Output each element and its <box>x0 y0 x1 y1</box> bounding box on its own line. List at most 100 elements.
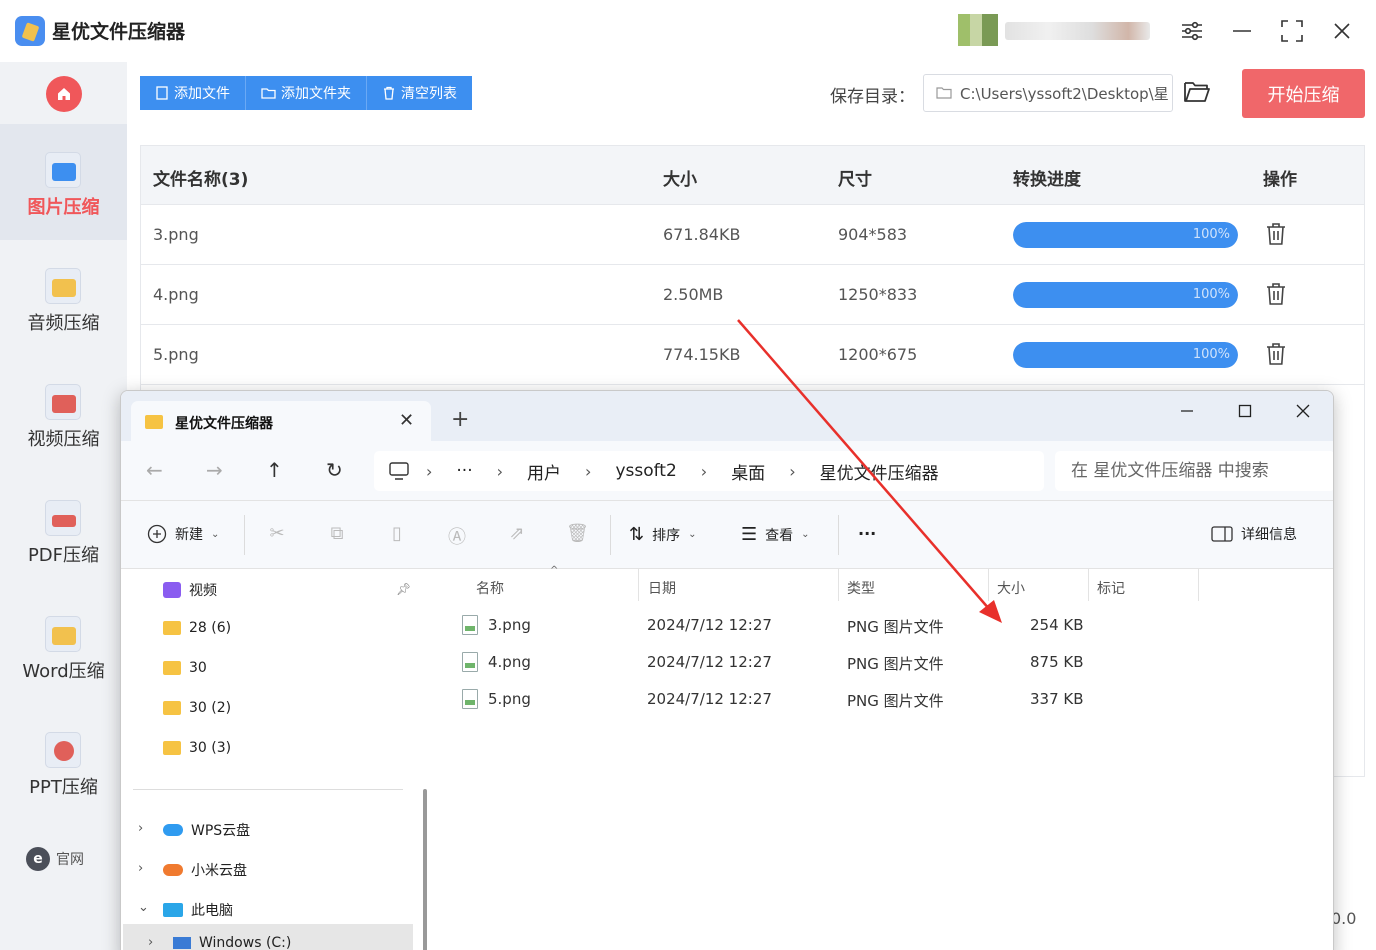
website-link[interactable]: e 官网 <box>26 847 84 871</box>
word-icon <box>45 616 81 652</box>
file-name: 5.png <box>153 345 199 364</box>
list-item[interactable]: 5.png 2024/7/12 12:27 PNG 图片文件 337 KB <box>436 681 1333 718</box>
start-compress-button[interactable]: 开始压缩 <box>1242 69 1365 118</box>
search-input[interactable]: 在 星优文件压缩器 中搜索 <box>1055 451 1333 491</box>
png-file-icon <box>462 652 478 672</box>
refresh-icon[interactable]: ↻ <box>326 458 343 482</box>
nav-item-folder[interactable]: 30 (2) <box>163 700 231 716</box>
tab-title: 星优文件压缩器 <box>175 416 273 432</box>
breadcrumb-item[interactable]: yssoft2 <box>615 461 676 481</box>
table-row[interactable]: 3.png 671.84KB 904*583 100% <box>141 205 1364 265</box>
clear-list-button[interactable]: 清空列表 <box>367 76 472 110</box>
file-type: PNG 图片文件 <box>847 618 944 636</box>
add-file-button[interactable]: 添加文件 <box>140 76 246 110</box>
more-options-button[interactable]: ··· <box>858 524 876 543</box>
sidebar-item-video-compress[interactable]: 视频压缩 <box>0 356 127 472</box>
nav-item-folder[interactable]: 30 <box>163 660 207 676</box>
rename-icon[interactable]: Ⓐ <box>446 523 468 548</box>
explorer-minimize-icon[interactable] <box>1167 397 1207 425</box>
delete-row-trash-icon[interactable] <box>1265 282 1289 308</box>
list-item[interactable]: 3.png 2024/7/12 12:27 PNG 图片文件 254 KB <box>436 607 1333 644</box>
details-label: 详细信息 <box>1241 527 1297 543</box>
up-arrow-icon[interactable]: ↑ <box>266 458 283 482</box>
breadcrumb-item[interactable]: 星优文件压缩器 <box>820 459 939 484</box>
nav-item-folder[interactable]: 28 (6) <box>163 620 231 636</box>
cut-icon[interactable]: ✂ <box>266 523 288 545</box>
sidebar-item-word-compress[interactable]: Word压缩 <box>0 588 127 704</box>
chevron-down-icon: ⌄ <box>211 528 220 540</box>
open-folder-icon[interactable] <box>1183 80 1213 106</box>
sort-button[interactable]: ⇅ 排序 ⌄ <box>629 524 696 545</box>
forward-arrow-icon[interactable]: → <box>206 458 223 482</box>
file-name: 4.png <box>153 285 199 304</box>
delete-icon[interactable]: 🗑︎ <box>566 523 589 545</box>
nav-item-folder[interactable]: 30 (3) <box>163 740 231 756</box>
breadcrumb[interactable]: › ··· › 用户 › yssoft2 › 桌面 › 星优文件压缩器 <box>374 451 1044 491</box>
pdf-icon <box>45 500 81 536</box>
close-icon[interactable] <box>1327 16 1357 46</box>
save-directory-field[interactable]: C:\Users\yssoft2\Desktop\星 <box>923 74 1173 112</box>
col-header-dims: 尺寸 <box>838 170 872 190</box>
explorer-maximize-icon[interactable] <box>1225 397 1265 425</box>
col-header-type[interactable]: 类型 <box>847 578 875 598</box>
list-item[interactable]: 4.png 2024/7/12 12:27 PNG 图片文件 875 KB <box>436 644 1333 681</box>
nav-item-xiaomi-cloud[interactable]: 小米云盘 <box>163 860 247 880</box>
user-name-blurred <box>1005 22 1150 40</box>
home-button[interactable] <box>46 76 82 112</box>
explorer-tab[interactable]: 星优文件压缩器 ✕ <box>131 401 431 441</box>
sidebar-item-label: PPT压缩 <box>29 777 98 798</box>
nav-item-wps-cloud[interactable]: WPS云盘 <box>163 820 250 840</box>
folder-icon <box>145 415 163 429</box>
progress-text: 100% <box>1192 227 1230 242</box>
delete-row-trash-icon[interactable] <box>1265 222 1289 248</box>
png-file-icon <box>462 689 478 709</box>
website-label: 官网 <box>56 852 84 868</box>
nav-scrollbar[interactable] <box>423 789 427 950</box>
avatar[interactable] <box>958 14 998 46</box>
breadcrumb-item[interactable]: 用户 <box>527 459 561 484</box>
new-tab-plus-icon[interactable]: + <box>451 409 469 431</box>
copy-icon[interactable]: ⧉ <box>326 523 348 545</box>
address-bar-row: ← → ↑ ↻ › ··· › 用户 › yssoft2 › 桌面 › 星优文件… <box>121 441 1333 501</box>
col-header-action: 操作 <box>1263 170 1297 190</box>
add-folder-button[interactable]: 添加文件夹 <box>246 76 367 110</box>
sidebar-item-audio-compress[interactable]: 音频压缩 <box>0 240 127 356</box>
sidebar-item-label: PDF压缩 <box>27 545 100 566</box>
expand-chevron-icon[interactable]: › <box>138 861 143 876</box>
file-toolbar: 添加文件 添加文件夹 清空列表 <box>140 76 472 110</box>
collapse-chevron-icon[interactable]: ⌄ <box>138 900 149 915</box>
new-button[interactable]: 新建 ⌄ <box>147 524 219 544</box>
paste-icon[interactable]: ▯ <box>386 523 408 545</box>
maximize-icon[interactable] <box>1277 16 1307 46</box>
breadcrumb-overflow[interactable]: ··· <box>456 461 472 481</box>
col-header-date[interactable]: 日期 <box>648 578 676 598</box>
col-header-name[interactable]: 名称 <box>476 578 504 598</box>
file-size: 774.15KB <box>663 345 741 364</box>
details-pane-button[interactable]: 详细信息 <box>1211 524 1297 544</box>
divider <box>838 569 839 601</box>
minimize-icon[interactable] <box>1227 16 1257 46</box>
settings-sliders-icon[interactable] <box>1177 16 1207 46</box>
back-arrow-icon[interactable]: ← <box>146 458 163 482</box>
expand-chevron-icon[interactable]: › <box>138 821 143 836</box>
view-button[interactable]: ☰ 查看 ⌄ <box>741 524 810 545</box>
tab-close-icon[interactable]: ✕ <box>399 410 414 431</box>
nav-item-videos[interactable]: 视频 <box>163 580 217 600</box>
share-icon[interactable]: ⇗ <box>506 523 528 545</box>
col-header-tags[interactable]: 标记 <box>1097 578 1125 598</box>
col-header-size[interactable]: 大小 <box>997 578 1025 598</box>
sidebar-item-image-compress[interactable]: 图片压缩 <box>0 124 127 240</box>
sidebar-item-ppt-compress[interactable]: PPT压缩 <box>0 704 127 820</box>
explorer-close-icon[interactable] <box>1283 397 1323 425</box>
table-row[interactable]: 5.png 774.15KB 1200*675 100% <box>141 325 1364 385</box>
file-type: PNG 图片文件 <box>847 655 944 673</box>
table-row[interactable]: 4.png 2.50MB 1250*833 100% <box>141 265 1364 325</box>
pin-icon[interactable]: 📌︎ <box>396 582 411 596</box>
nav-item-this-pc[interactable]: 此电脑 <box>163 900 233 920</box>
expand-chevron-icon[interactable]: › <box>148 935 153 950</box>
delete-row-trash-icon[interactable] <box>1265 342 1289 368</box>
command-bar: 新建 ⌄ ✂ ⧉ ▯ Ⓐ ⇗ 🗑︎ ⇅ 排序 ⌄ ☰ 查看 ⌄ ··· 详细信息 <box>121 501 1333 569</box>
nav-item-windows-drive[interactable]: Windows (C:) <box>173 935 291 950</box>
breadcrumb-item[interactable]: 桌面 <box>731 459 765 484</box>
sidebar-item-pdf-compress[interactable]: PDF压缩 <box>0 472 127 588</box>
